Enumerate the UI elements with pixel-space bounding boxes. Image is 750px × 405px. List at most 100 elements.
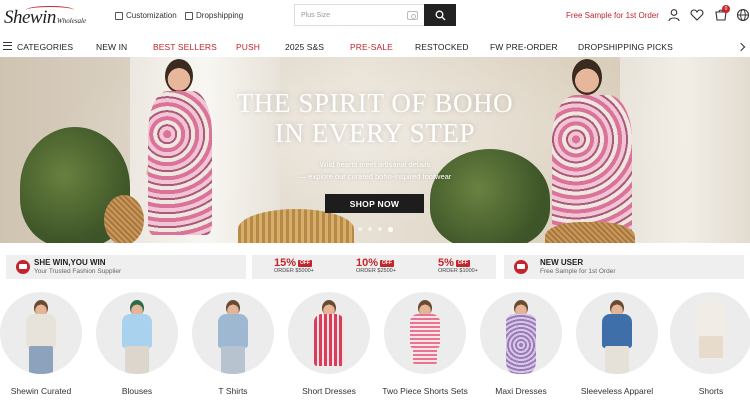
category-image bbox=[288, 292, 370, 374]
nav-pre-sale[interactable]: PRE-SALE bbox=[350, 42, 393, 52]
free-sample-link[interactable]: Free Sample for 1st Order bbox=[566, 11, 659, 20]
coupon-15-order: ORDER $5000+ bbox=[274, 268, 314, 274]
nav-dropshipping-picks[interactable]: DROPSHIPPING PICKS bbox=[578, 42, 673, 52]
nav-restocked[interactable]: RESTOCKED bbox=[415, 42, 469, 52]
search-icon bbox=[435, 10, 445, 20]
dropshipping-icon bbox=[185, 11, 193, 20]
model-dress bbox=[314, 314, 344, 366]
model-bottom bbox=[221, 346, 245, 374]
new-user-subtitle: Free Sample for 1st Order bbox=[540, 268, 616, 275]
promo-she-win[interactable]: SHE WIN,YOU WIN Your Trusted Fashion Sup… bbox=[6, 255, 246, 279]
category-image bbox=[384, 292, 466, 374]
category-image bbox=[192, 292, 274, 374]
hero-subtitle-line-2: — explore our curated boho-inspired foot… bbox=[298, 172, 452, 181]
gift-icon bbox=[16, 260, 30, 274]
globe-icon[interactable] bbox=[736, 8, 750, 22]
category-label: Sleeveless Apparel bbox=[580, 386, 654, 396]
category-label: Shorts bbox=[698, 386, 724, 396]
nav-categories[interactable]: CATEGORIES bbox=[17, 42, 73, 52]
category-image bbox=[96, 292, 178, 374]
category-image bbox=[0, 292, 82, 374]
customization-label: Customization bbox=[126, 11, 177, 20]
category-label: T Shirts bbox=[218, 386, 248, 396]
nav-new-in[interactable]: NEW IN bbox=[96, 42, 127, 52]
carousel-dots bbox=[358, 226, 393, 232]
hamburger-icon[interactable] bbox=[3, 42, 12, 50]
promo-coupons[interactable]: 15% OFF ORDER $5000+ 10% OFF ORDER $2500+ … bbox=[252, 255, 496, 279]
coupon-5-order: ORDER $1000+ bbox=[438, 268, 478, 274]
coupon-10-off: OFF bbox=[380, 259, 395, 267]
model-top bbox=[218, 314, 248, 348]
basket-left bbox=[104, 195, 144, 243]
nav-push[interactable]: PUSH bbox=[236, 42, 260, 52]
category-t-shirts[interactable]: T Shirts bbox=[185, 292, 281, 397]
rattan-chair bbox=[238, 209, 354, 243]
she-win-title: SHE WIN,YOU WIN bbox=[34, 258, 106, 267]
dropshipping-link[interactable]: Dropshipping bbox=[185, 11, 243, 20]
hero-title: THE SPIRIT OF BOHO IN EVERY STEP bbox=[190, 88, 560, 148]
category-maxi-dresses[interactable]: Maxi Dresses bbox=[473, 292, 569, 397]
user-icon[interactable] bbox=[667, 8, 681, 22]
logo-swoosh bbox=[26, 6, 74, 14]
model-top bbox=[410, 314, 440, 348]
model-2-dress bbox=[552, 95, 632, 243]
promo-new-user[interactable]: NEW USER Free Sample for 1st Order bbox=[504, 255, 744, 279]
nav-2025-ss[interactable]: 2025 S&S bbox=[285, 42, 324, 52]
category-short-dresses[interactable]: Short Dresses bbox=[281, 292, 377, 397]
curtain-right bbox=[620, 57, 750, 243]
category-label: Two Piece Shorts Sets bbox=[382, 386, 468, 396]
coupon-5[interactable]: 5% OFF ORDER $1000+ bbox=[438, 257, 498, 277]
model-bottom bbox=[125, 346, 149, 374]
category-two-piece-shorts-sets[interactable]: Two Piece Shorts Sets bbox=[377, 292, 473, 397]
hero-subtitle-line-1: Wild hearts meet artisanal details bbox=[319, 160, 431, 169]
new-user-icon bbox=[514, 260, 528, 274]
site-logo[interactable]: Shewin Wholesale bbox=[4, 5, 86, 29]
model-dress bbox=[506, 314, 536, 374]
coupon-10-order: ORDER $2500+ bbox=[356, 268, 396, 274]
main-nav: CATEGORIES NEW IN BEST SELLERS PUSH 2025… bbox=[0, 36, 750, 56]
customization-link[interactable]: Customization bbox=[115, 11, 177, 20]
nav-fw-pre-order[interactable]: FW PRE-ORDER bbox=[490, 42, 558, 52]
model-1-head bbox=[165, 59, 193, 93]
basket-right bbox=[545, 222, 635, 243]
category-shorts[interactable]: Shorts bbox=[663, 292, 750, 397]
search-input[interactable]: Plus Size bbox=[294, 4, 424, 26]
category-label: Shewin Curated bbox=[10, 386, 72, 396]
shop-now-button[interactable]: SHOP NOW bbox=[325, 194, 424, 213]
model-bottom bbox=[29, 346, 53, 374]
category-image bbox=[576, 292, 658, 374]
carousel-dot[interactable] bbox=[378, 227, 382, 231]
she-win-subtitle: Your Trusted Fashion Supplier bbox=[34, 268, 122, 275]
model-bottom bbox=[699, 336, 723, 358]
carousel-dot[interactable] bbox=[358, 227, 362, 231]
search-bar: Plus Size bbox=[294, 4, 456, 26]
hero-banner[interactable]: THE SPIRIT OF BOHO IN EVERY STEP Wild he… bbox=[0, 57, 750, 243]
coupon-10[interactable]: 10% OFF ORDER $2500+ bbox=[356, 257, 416, 277]
category-image bbox=[480, 292, 562, 374]
category-label: Blouses bbox=[121, 386, 153, 396]
heart-icon[interactable] bbox=[690, 8, 704, 22]
coupon-15-off: OFF bbox=[298, 259, 313, 267]
search-button[interactable] bbox=[424, 4, 456, 26]
category-sleeveless-apparel[interactable]: Sleeveless Apparel bbox=[569, 292, 665, 397]
model-top bbox=[26, 314, 56, 348]
nav-best-sellers[interactable]: BEST SELLERS bbox=[153, 42, 217, 52]
hero-title-line-2: IN EVERY STEP bbox=[274, 118, 476, 148]
category-shewin-curated[interactable]: Shewin Curated bbox=[0, 292, 89, 397]
search-placeholder: Plus Size bbox=[301, 12, 331, 19]
model-bottom bbox=[413, 346, 437, 364]
hero-subtitle: Wild hearts meet artisanal details — exp… bbox=[260, 159, 490, 183]
logo-subtext: Wholesale bbox=[56, 17, 87, 25]
category-image bbox=[670, 292, 750, 374]
camera-icon[interactable] bbox=[407, 11, 418, 20]
coupon-5-off: OFF bbox=[455, 259, 470, 267]
coupon-15[interactable]: 15% OFF ORDER $5000+ bbox=[274, 257, 334, 277]
model-top bbox=[122, 314, 152, 348]
carousel-dot[interactable] bbox=[368, 227, 372, 231]
carousel-dot-active[interactable] bbox=[388, 226, 393, 232]
chevron-right-icon[interactable] bbox=[736, 42, 746, 52]
top-header: Shewin Wholesale Customization Dropshipp… bbox=[0, 0, 750, 34]
category-blouses[interactable]: Blouses bbox=[89, 292, 185, 397]
category-label: Short Dresses bbox=[302, 386, 356, 396]
hero-title-line-1: THE SPIRIT OF BOHO bbox=[236, 88, 514, 118]
